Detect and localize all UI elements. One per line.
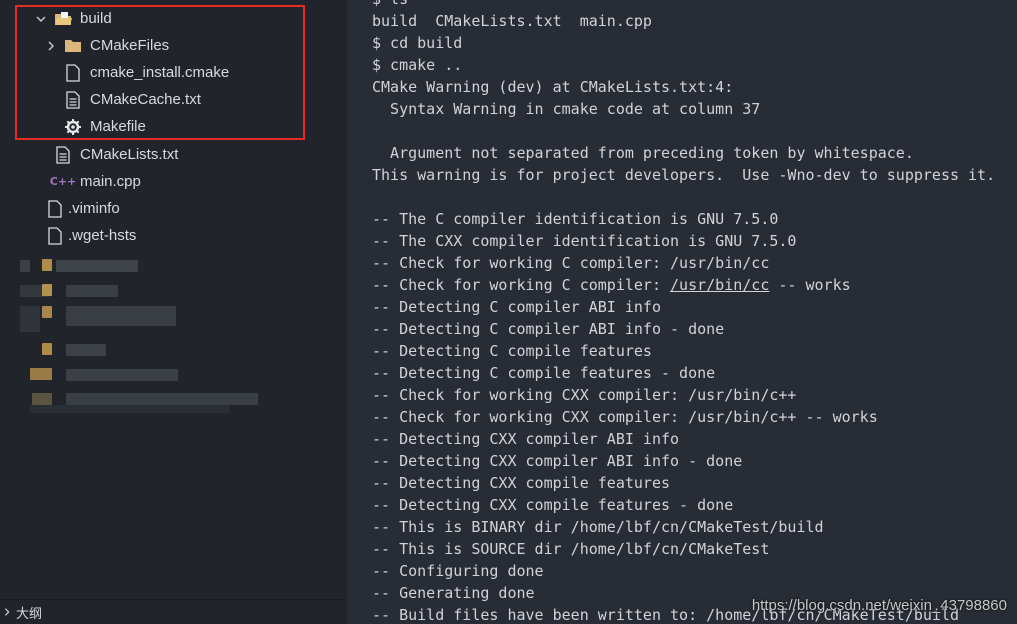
terminal-line: $ cd build (372, 34, 463, 52)
text-file-icon (54, 145, 72, 164)
path-link[interactable]: /usr/bin/cc (670, 276, 769, 294)
blurred-entry (32, 393, 52, 405)
chevron-right-icon[interactable] (2, 605, 12, 620)
tree-item-label: Makefile (90, 118, 146, 135)
tree-item-cmakefiles[interactable]: CMakeFiles (0, 32, 347, 59)
terminal-line: Syntax Warning in cmake code at column 3… (372, 100, 761, 118)
chevron-right-icon[interactable] (44, 39, 58, 53)
tree-item-label: CMakeFiles (90, 37, 170, 54)
file-icon (46, 226, 64, 245)
blurred-entry (66, 306, 176, 326)
terminal-line: build CMakeLists.txt main.cpp (372, 12, 652, 30)
terminal-line: -- This is SOURCE dir /home/lbf/cn/CMake… (372, 540, 770, 558)
blurred-entry (20, 306, 40, 332)
terminal-line: -- Detecting C compile features (372, 342, 652, 360)
folder-icon (64, 37, 82, 55)
blurred-entry (66, 393, 258, 405)
tree-item-label: build (80, 10, 112, 27)
tree-item-cmakecache[interactable]: CMakeCache.txt (0, 86, 347, 113)
terminal-output: $ ls build CMakeLists.txt main.cpp $ cd … (372, 0, 995, 624)
file-icon (64, 63, 82, 82)
terminal-line: -- Detecting CXX compile features (372, 474, 671, 492)
terminal-line: -- The CXX compiler identification is GN… (372, 232, 797, 250)
terminal-line: -- Check for working CXX compiler: /usr/… (372, 408, 878, 426)
tree-item-makefile[interactable]: Makefile (0, 113, 347, 140)
blurred-entry (42, 284, 52, 296)
tree-item-build[interactable]: build (0, 5, 347, 32)
text-file-icon (64, 90, 82, 109)
terminal-panel[interactable]: $ ls build CMakeLists.txt main.cpp $ cd … (347, 0, 1017, 624)
tree-item-cmakelists[interactable]: CMakeLists.txt (0, 141, 347, 168)
outline-label: 大纲 (16, 605, 43, 621)
blurred-entry (20, 260, 30, 272)
outline-section-header[interactable]: 大纲 (0, 599, 347, 624)
explorer-sidebar: build CMakeFiles cmake_install.cmake CMa… (0, 0, 347, 624)
tree-item-main-cpp[interactable]: C++ main.cpp (0, 168, 347, 195)
tree-item-wget-hsts[interactable]: .wget-hsts (0, 222, 347, 249)
watermark: https://blog.csdn.net/weixin_43798860 (751, 597, 1007, 614)
terminal-line: -- Detecting CXX compiler ABI info (372, 430, 680, 448)
tree-item-label: .viminfo (68, 200, 120, 217)
terminal-line: -- Detecting C compiler ABI info - done (372, 320, 725, 338)
blurred-entry (42, 259, 52, 271)
blurred-entry (66, 285, 118, 297)
folder-open-icon (54, 10, 72, 28)
terminal-line: Argument not separated from preceding to… (372, 144, 914, 162)
tree-item-label: .wget-hsts (68, 227, 137, 244)
terminal-line: -- Detecting C compile features - done (372, 364, 716, 382)
cpp-file-icon: C++ (49, 175, 77, 188)
terminal-line-with-link: -- Check for working C compiler: /usr/bi… (372, 276, 851, 294)
tree-item-viminfo[interactable]: .viminfo (0, 195, 347, 222)
tree-item-label: CMakeLists.txt (80, 146, 179, 163)
blurred-entry (30, 405, 230, 413)
terminal-line: -- Detecting CXX compiler ABI info - don… (372, 452, 743, 470)
tree-item-label: main.cpp (80, 173, 141, 190)
chevron-down-icon[interactable] (34, 12, 48, 26)
terminal-line: -- Check for working C compiler: /usr/bi… (372, 254, 770, 272)
makefile-gear-icon (64, 118, 82, 136)
terminal-line: CMake Warning (dev) at CMakeLists.txt:4: (372, 78, 734, 96)
file-icon (46, 199, 64, 218)
terminal-line: -- Detecting CXX compile features - done (372, 496, 734, 514)
blurred-entry (66, 344, 106, 356)
terminal-line: -- Check for working CXX compiler: /usr/… (372, 386, 797, 404)
blurred-entry (42, 343, 52, 355)
tree-item-label: cmake_install.cmake (90, 64, 230, 81)
blurred-entry (42, 306, 52, 318)
terminal-line: $ cmake .. (372, 56, 463, 74)
tree-item-label: CMakeCache.txt (90, 91, 201, 108)
terminal-line: -- Detecting C compiler ABI info (372, 298, 661, 316)
blurred-entry (66, 369, 178, 381)
blurred-entry (56, 260, 138, 272)
terminal-line: -- Configuring done (372, 562, 544, 580)
tree-item-cmake-install[interactable]: cmake_install.cmake (0, 59, 347, 86)
blurred-entry (30, 368, 52, 380)
terminal-line: -- The C compiler identification is GNU … (372, 210, 779, 228)
terminal-line: -- This is BINARY dir /home/lbf/cn/CMake… (372, 518, 824, 536)
terminal-line: $ ls (372, 0, 995, 10)
terminal-line: This warning is for project developers. … (372, 166, 996, 184)
